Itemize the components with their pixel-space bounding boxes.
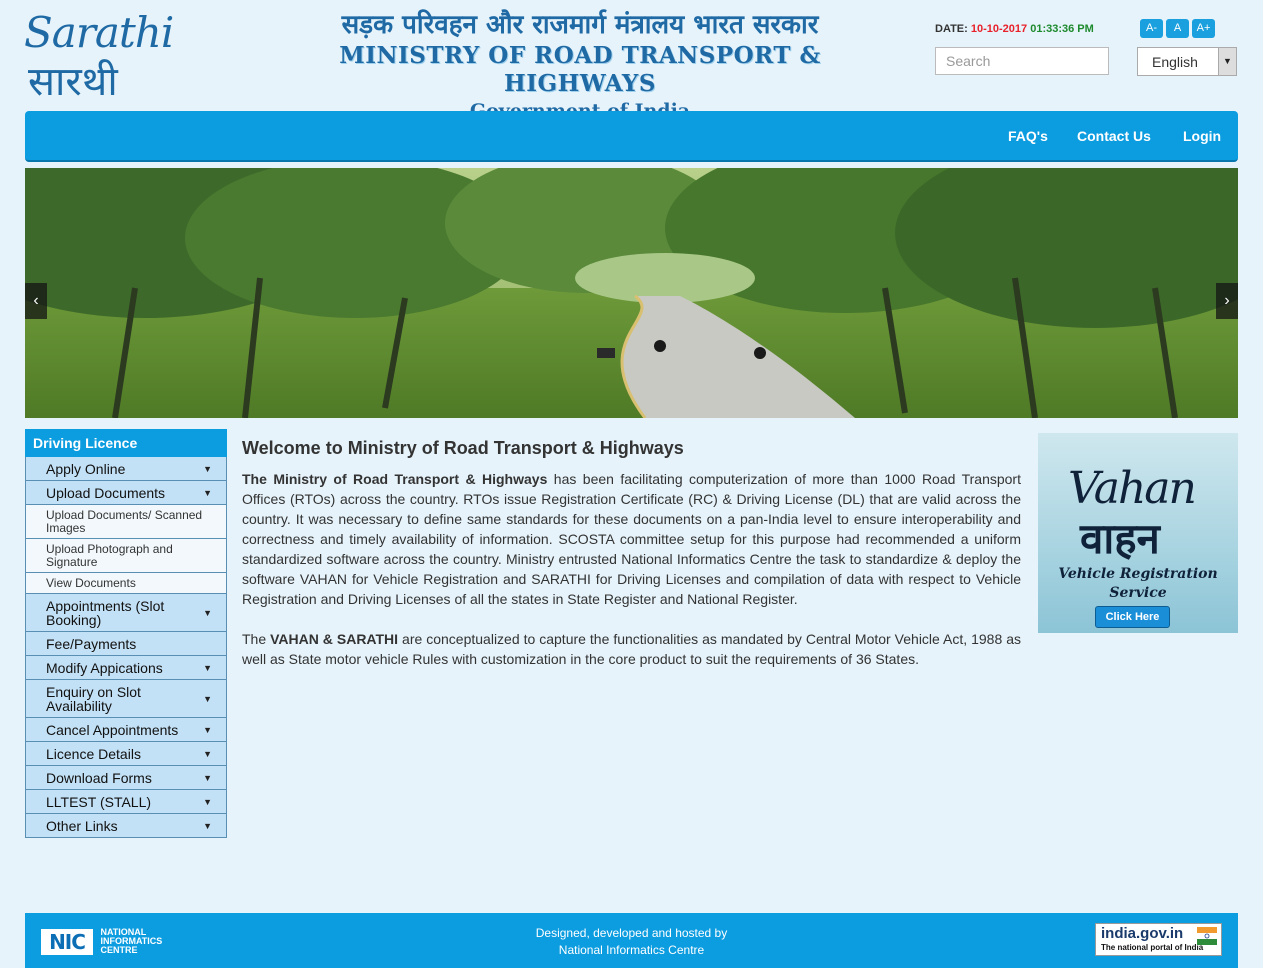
site-footer: NIC NATIONAL INFORMATICS CENTRE Designed… — [25, 913, 1238, 968]
sidebar-item-appointments[interactable]: Appointments (Slot Booking) ▼ — [25, 594, 227, 632]
nav-faqs[interactable]: FAQ's — [1008, 128, 1048, 144]
vahan-subtitle-line2: Service — [1109, 585, 1167, 601]
sidebar-item-fee-payments[interactable]: Fee/Payments — [25, 632, 227, 656]
date-label: DATE: — [935, 23, 968, 35]
ministry-title: सड़क परिवहन और राजमार्ग मंत्रालय भारत सर… — [290, 8, 870, 124]
sidebar-item-label: Upload Documents — [46, 485, 166, 501]
india-gov-link[interactable]: india.gov.in The national portal of Indi… — [1095, 923, 1222, 956]
vahan-title-english: Vahan — [1068, 463, 1197, 514]
sidebar-item-label: Appointments (Slot Booking) — [46, 598, 165, 628]
sidebar-item-lltest-stall[interactable]: LLTEST (STALL) ▼ — [25, 790, 227, 814]
ministry-english: MINISTRY OF ROAD TRANSPORT & HIGHWAYS — [339, 42, 821, 97]
chevron-down-icon: ▼ — [203, 607, 212, 618]
language-select[interactable]: English ▼ — [1137, 47, 1237, 76]
sidebar-item-label: Apply Online — [46, 461, 126, 477]
font-normal-button[interactable]: A — [1166, 19, 1189, 38]
sidebar-item-modify-applications[interactable]: Modify Appications ▼ — [25, 656, 227, 680]
vahan-title-hindi: वाहन — [1080, 514, 1160, 563]
intro-paragraph: The Ministry of Road Transport & Highway… — [242, 469, 1021, 609]
chevron-down-icon: ▼ — [203, 820, 212, 831]
sidebar-subitem-view-documents[interactable]: View Documents — [25, 573, 227, 594]
sidebar: Driving Licence Apply Online ▼ Upload Do… — [25, 429, 227, 838]
credit-line1: Designed, developed and hosted by — [535, 926, 728, 940]
india-flag-icon — [1197, 927, 1217, 945]
sidebar-item-label: Modify Appications — [46, 660, 163, 676]
font-decrease-button[interactable]: A- — [1140, 19, 1163, 38]
sidebar-subitem-scanned-images[interactable]: Upload Documents/ Scanned Images — [25, 505, 227, 539]
credit-line2: National Informatics Centre — [558, 943, 705, 957]
date-time: DATE: 10-10-2017 01:33:36 PM — [935, 23, 1094, 35]
date-value: 10-10-2017 — [970, 23, 1028, 35]
search-input[interactable] — [935, 47, 1109, 75]
page-title: Welcome to Ministry of Road Transport & … — [242, 438, 684, 458]
vahan-subtitle: Vehicle Registration Service — [1038, 565, 1238, 603]
sidebar-item-label: Enquiry on Slot Availability — [46, 684, 141, 714]
sidebar-subitem-photo-signature[interactable]: Upload Photograph and Signature — [25, 539, 227, 573]
chevron-down-icon: ▼ — [203, 724, 212, 735]
time-value: 01:33:36 PM — [1030, 23, 1094, 35]
chevron-down-icon: ▼ — [203, 487, 212, 498]
intro-bold: The Ministry of Road Transport & Highway… — [242, 471, 548, 487]
indiagov-title: india.gov.in — [1101, 925, 1184, 942]
nav-login[interactable]: Login — [1183, 128, 1221, 144]
site-header: Sarathi सारथी सड़क परिवहन और राजमार्ग मं… — [0, 0, 1263, 122]
main-content: Welcome to Ministry of Road Transport & … — [242, 438, 1021, 689]
main-navbar: FAQ's Contact Us Login — [25, 111, 1238, 162]
intro-text: has been facilitating computerization of… — [242, 471, 1021, 607]
sidebar-item-label: Fee/Payments — [46, 636, 137, 652]
sidebar-item-label: Cancel Appointments — [46, 722, 179, 738]
p2-bold: VAHAN & SARATHI — [270, 631, 399, 647]
chevron-down-icon: ▼ — [203, 693, 212, 704]
logo-english: Sarathi — [24, 8, 174, 57]
carousel-prev-button[interactable]: ‹ — [25, 283, 47, 319]
sidebar-item-label: LLTEST (STALL) — [46, 794, 152, 810]
vahan-click-here-button[interactable]: Click Here — [1095, 606, 1170, 628]
sidebar-item-upload-documents[interactable]: Upload Documents ▼ — [25, 481, 227, 505]
indiagov-subtitle: The national portal of India — [1101, 943, 1204, 952]
sidebar-title: Driving Licence — [25, 429, 227, 457]
sidebar-item-apply-online[interactable]: Apply Online ▼ — [25, 457, 227, 481]
chevron-down-icon: ▼ — [203, 772, 212, 783]
sidebar-item-label: Download Forms — [46, 770, 152, 786]
hero-carousel — [25, 168, 1238, 418]
logo-hindi: सारथी — [28, 59, 118, 105]
p2-prefix: The — [242, 631, 271, 647]
vahan-sarathi-paragraph: The VAHAN & SARATHI are conceptualized t… — [242, 629, 1021, 669]
sidebar-item-licence-details[interactable]: Licence Details ▼ — [25, 742, 227, 766]
chevron-down-icon: ▼ — [1218, 48, 1236, 75]
sidebar-item-label: Other Links — [46, 818, 118, 834]
chevron-down-icon: ▼ — [203, 662, 212, 673]
chevron-down-icon: ▼ — [203, 796, 212, 807]
font-size-controls: A- A A+ — [1140, 18, 1218, 38]
ministry-hindi: सड़क परिवहन और राजमार्ग मंत्रालय भारत सर… — [341, 10, 819, 40]
sarathi-logo[interactable]: Sarathi सारथी — [24, 8, 174, 105]
sidebar-item-other-links[interactable]: Other Links ▼ — [25, 814, 227, 838]
font-increase-button[interactable]: A+ — [1192, 19, 1215, 38]
vahan-promo-banner[interactable]: Vahan वाहन Vehicle Registration Service … — [1038, 433, 1238, 633]
carousel-next-button[interactable]: › — [1216, 283, 1238, 319]
sidebar-item-enquiry-slot[interactable]: Enquiry on Slot Availability ▼ — [25, 680, 227, 718]
sidebar-item-download-forms[interactable]: Download Forms ▼ — [25, 766, 227, 790]
nav-contact-us[interactable]: Contact Us — [1077, 128, 1151, 144]
road-banner-image — [25, 168, 1238, 418]
vahan-subtitle-line1: Vehicle Registration — [1058, 566, 1218, 582]
language-value: English — [1152, 54, 1198, 70]
chevron-down-icon: ▼ — [203, 748, 212, 759]
sidebar-item-cancel-appointments[interactable]: Cancel Appointments ▼ — [25, 718, 227, 742]
chevron-down-icon: ▼ — [203, 463, 212, 474]
sidebar-item-label: Licence Details — [46, 746, 141, 762]
footer-credit: Designed, developed and hosted by Nation… — [25, 925, 1238, 959]
